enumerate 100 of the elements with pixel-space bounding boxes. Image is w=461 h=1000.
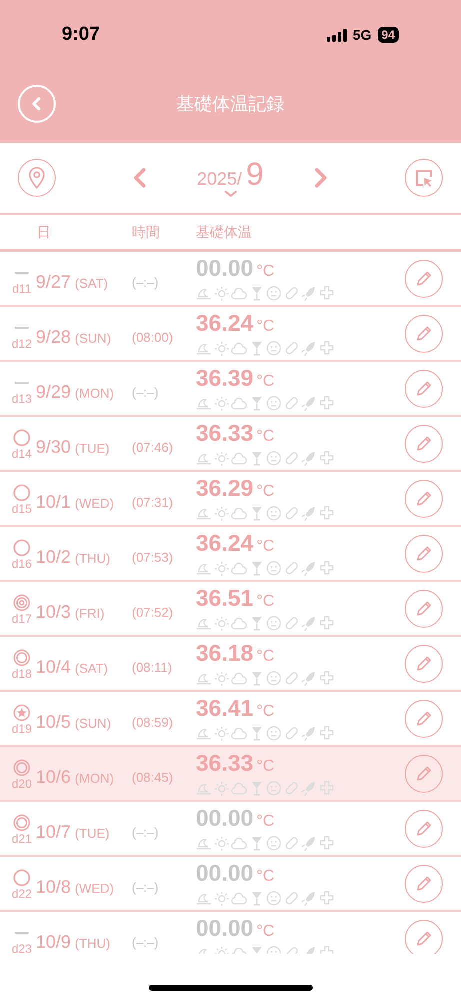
cycle-day: d11 (12, 282, 32, 296)
edit-button[interactable] (405, 644, 443, 682)
pencil-icon (415, 820, 433, 838)
edit-button[interactable] (405, 590, 443, 628)
temperature-value: 36.41 (196, 695, 254, 721)
plus-icon (318, 890, 334, 907)
plus-icon (318, 560, 334, 577)
pill-icon (284, 835, 300, 852)
page-title: 基礎体温記録 (176, 92, 286, 116)
date-text: 10/7 (36, 821, 72, 844)
pill-icon (284, 560, 300, 577)
pencil-icon (415, 710, 433, 728)
rocket-icon (301, 725, 317, 742)
time-text: (–:–) (132, 934, 160, 952)
date-text: 9/27 (36, 271, 72, 294)
cloud-icon (231, 560, 247, 577)
pencil-icon (415, 544, 433, 562)
edit-button[interactable] (405, 754, 443, 792)
date-text: 10/2 (36, 546, 72, 569)
sun-icon (214, 615, 230, 632)
time-text: (07:53) (132, 548, 174, 567)
face-icon (266, 285, 282, 302)
unit-label: °C (256, 317, 275, 337)
temperature-value: 36.18 (196, 640, 254, 666)
rocket-icon (301, 395, 317, 412)
face-icon (266, 340, 282, 357)
weekday-text: (FRI) (75, 605, 105, 623)
time-text: (–:–) (132, 878, 160, 897)
select-button[interactable] (405, 159, 443, 197)
time-text: (–:–) (132, 824, 160, 842)
sun-icon (214, 725, 230, 742)
pencil-icon (415, 324, 433, 342)
edit-button[interactable] (405, 700, 443, 738)
edit-button[interactable] (405, 314, 443, 352)
face-icon (266, 615, 282, 632)
rocket-icon (301, 505, 317, 522)
edit-button[interactable] (405, 480, 443, 518)
rocket-icon (301, 890, 317, 907)
unit-label: °C (256, 482, 275, 502)
weekday-text: (THU) (75, 550, 110, 568)
cycle-day: d15 (12, 502, 32, 516)
weekday-text: (WED) (75, 880, 114, 898)
cycle-day: d17 (12, 612, 32, 626)
cloud-icon (231, 285, 247, 302)
pencil-icon (415, 270, 433, 288)
sun-icon (214, 450, 230, 467)
cycle-day: d23 (12, 942, 32, 954)
month-picker[interactable]: 2025/9 (197, 158, 264, 198)
face-icon (266, 395, 282, 412)
plus-icon (318, 835, 334, 852)
time-text: (08:11) (132, 658, 174, 677)
plus-icon (318, 450, 334, 467)
time-text: (–:–) (132, 384, 160, 402)
pencil-icon (415, 600, 433, 618)
unit-label: °C (256, 647, 275, 667)
edit-button[interactable] (405, 534, 443, 572)
weekday-text: (TUE) (75, 440, 110, 458)
location-button[interactable] (18, 159, 56, 197)
edit-button[interactable] (405, 810, 443, 848)
edit-button[interactable] (405, 920, 443, 954)
edit-button[interactable] (405, 260, 443, 298)
back-button[interactable] (18, 85, 56, 123)
unit-label: °C (256, 757, 275, 777)
rocket-icon (301, 450, 317, 467)
pencil-icon (415, 490, 433, 508)
time-text: (08:45) (132, 768, 174, 787)
unit-label: °C (256, 922, 275, 942)
plus-icon (318, 285, 334, 302)
sun-icon (214, 560, 230, 577)
cursor-select-icon (414, 168, 434, 188)
rocket-icon (301, 780, 317, 797)
record-row[interactable]: d20 10/6 (MON) (08:45) 36.33°C (0, 747, 461, 802)
edit-button[interactable] (405, 424, 443, 462)
plus-icon (318, 395, 334, 412)
unit-label: °C (256, 427, 275, 447)
signal-icon (326, 28, 347, 42)
pill-icon (284, 395, 300, 412)
date-text: 10/4 (36, 656, 72, 679)
date-text: 10/8 (36, 876, 72, 899)
weekday-text: (TUE) (75, 825, 110, 843)
unit-label: °C (256, 812, 275, 832)
cycle-day: d16 (12, 556, 32, 570)
pill-icon (284, 450, 300, 467)
edit-button[interactable] (405, 864, 443, 902)
pill-icon (284, 285, 300, 302)
face-icon (266, 835, 282, 852)
cycle-day: d20 (12, 776, 32, 790)
cycle-day: d13 (12, 392, 32, 406)
date-text: 10/9 (36, 931, 72, 954)
face-icon (266, 780, 282, 797)
cycle-day: d14 (12, 446, 32, 460)
temperature-value: 36.51 (196, 585, 254, 611)
sun-icon (214, 285, 230, 302)
time-text: (07:52) (132, 604, 174, 622)
edit-button[interactable] (405, 370, 443, 408)
weekday-text: (WED) (75, 495, 114, 513)
unit-label: °C (256, 702, 275, 722)
pencil-icon (415, 764, 433, 782)
sun-icon (214, 670, 230, 687)
face-icon (266, 670, 282, 687)
